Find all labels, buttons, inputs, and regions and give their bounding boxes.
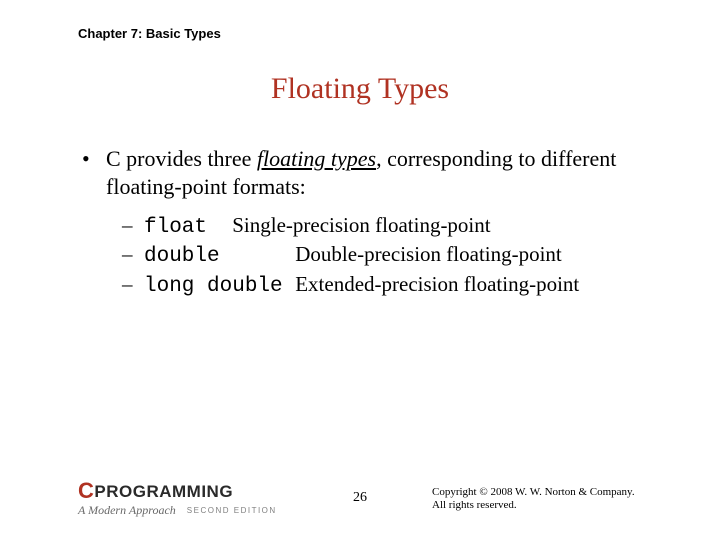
type-pad [207,215,232,241]
copyright-line-1: Copyright © 2008 W. W. Norton & Company. [432,486,692,499]
type-pad [283,274,296,300]
bullet-emphasis: floating types [257,146,376,171]
bullet-list: C provides three floating types, corresp… [80,145,660,300]
slide-content: C provides three floating types, corresp… [80,145,660,300]
type-item-double: double Double-precision floating-point [122,241,660,270]
type-pad [220,244,296,270]
type-keyword: float [144,215,207,241]
copyright-block: Copyright © 2008 W. W. Norton & Company.… [432,486,692,512]
brand-edition: SECOND EDITION [187,506,277,515]
slide: Chapter 7: Basic Types Floating Types C … [0,0,720,540]
chapter-header: Chapter 7: Basic Types [78,26,221,41]
slide-title: Floating Types [0,72,720,106]
type-description: Extended-precision floating-point [295,272,579,296]
copyright-line-2: All rights reserved. [432,499,692,512]
type-keyword: double [144,244,220,270]
type-keyword: long double [144,274,283,300]
bullet-item: C provides three floating types, corresp… [80,145,660,300]
sub-list: float Single-precision floating-point do… [106,212,660,300]
type-description: Single-precision floating-point [232,213,490,237]
type-item-float: float Single-precision floating-point [122,212,660,241]
type-item-long-double: long double Extended-precision floating-… [122,271,660,300]
bullet-text-pre: C provides three [106,146,257,171]
type-description: Double-precision floating-point [295,242,562,266]
